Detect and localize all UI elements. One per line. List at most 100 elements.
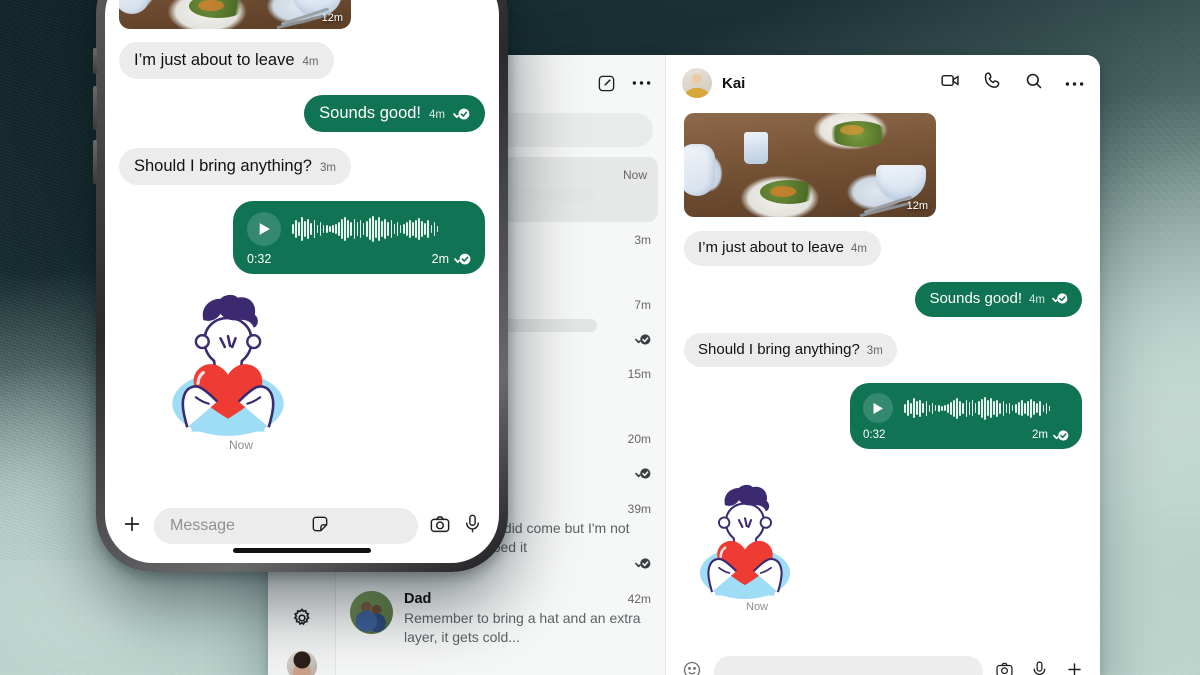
message-row: Should I bring anything? 3m bbox=[119, 148, 485, 185]
message-row: Sounds good! 4m bbox=[119, 95, 485, 132]
settings-gear-icon[interactable] bbox=[285, 601, 319, 635]
message-row: Sounds good! 4m bbox=[684, 281, 1082, 317]
phone-volume-button[interactable] bbox=[93, 86, 97, 130]
sticker-message[interactable]: Now bbox=[119, 290, 485, 452]
play-icon[interactable] bbox=[863, 393, 893, 424]
voice-call-icon[interactable] bbox=[982, 70, 1003, 96]
message-text: Should I bring anything? bbox=[134, 157, 312, 175]
voice-message[interactable]: 0:32 2m bbox=[233, 201, 485, 274]
composer-icons bbox=[995, 660, 1084, 675]
chat-timestamp: Now bbox=[622, 168, 647, 182]
contact-avatar bbox=[350, 591, 393, 635]
kai-avatar[interactable] bbox=[682, 68, 712, 98]
message-placeholder: Message bbox=[170, 517, 235, 534]
contact-name: Dad bbox=[404, 591, 432, 608]
camera-icon[interactable] bbox=[429, 513, 451, 540]
message-timestamp: 4m bbox=[302, 56, 319, 68]
sticker-timestamp: Now bbox=[746, 601, 769, 614]
voice-message[interactable]: 0:32 2m bbox=[850, 383, 1082, 450]
incoming-bubble[interactable]: Should I bring anything? 3m bbox=[684, 332, 897, 368]
phone-volume-button[interactable] bbox=[93, 140, 97, 184]
message-text: Sounds good! bbox=[929, 289, 1023, 307]
conversation-panel: Kai 12m I’m just about to leave 4m Sound… bbox=[666, 55, 1100, 675]
chat-timestamp: 3m bbox=[634, 233, 651, 247]
message-row: 0:32 2m bbox=[119, 201, 485, 274]
chat-timestamp: 39m bbox=[627, 502, 651, 517]
voice-controls bbox=[863, 393, 1069, 424]
conversation-more-icon[interactable] bbox=[1065, 74, 1084, 92]
food-photo bbox=[119, 0, 351, 29]
message-timestamp: 3m bbox=[866, 344, 883, 357]
voice-meta: 0:32 2m bbox=[247, 251, 471, 266]
read-receipt-icon bbox=[453, 106, 470, 125]
message-input[interactable] bbox=[714, 656, 983, 675]
read-receipt-icon bbox=[1052, 291, 1068, 310]
message-text: I’m just about to leave bbox=[698, 239, 844, 256]
message-text: I’m just about to leave bbox=[134, 51, 295, 69]
composer bbox=[666, 649, 1100, 675]
chat-preview: Remember to bring a hat and an extra lay… bbox=[404, 610, 641, 645]
message-input[interactable]: Message bbox=[154, 508, 418, 544]
compose-icon[interactable] bbox=[597, 74, 616, 93]
incoming-bubble[interactable]: I’m just about to leave 4m bbox=[684, 231, 881, 266]
sticker-icon[interactable] bbox=[310, 514, 406, 539]
audio-waveform[interactable] bbox=[292, 215, 471, 243]
photo-message[interactable]: 12m bbox=[119, 0, 351, 29]
search-icon[interactable] bbox=[1024, 71, 1044, 96]
play-icon[interactable] bbox=[247, 212, 281, 246]
phone-message-list: 12m I’m just about to leave 4m Sounds go… bbox=[105, 0, 499, 489]
message-timestamp: 4m bbox=[429, 109, 445, 121]
phone-mockup: 12m I’m just about to leave 4m Sounds go… bbox=[93, 0, 508, 572]
profile-avatar[interactable] bbox=[286, 651, 317, 675]
audio-waveform[interactable] bbox=[904, 395, 1069, 421]
photo-timestamp: 12m bbox=[321, 12, 343, 24]
message-timestamp: 3m bbox=[319, 162, 336, 174]
chat-list-item[interactable]: Dad 42m Remember to bring a hat and an ext… bbox=[336, 580, 665, 657]
conversation-header: Kai bbox=[666, 55, 1100, 111]
message-row: I’m just about to leave 4m bbox=[119, 42, 485, 79]
contact-name: Kai bbox=[722, 74, 746, 92]
outgoing-bubble[interactable]: Sounds good! 4m bbox=[304, 95, 485, 132]
message-timestamp: 4m bbox=[850, 243, 867, 255]
message-text: Should I bring anything? bbox=[698, 340, 860, 358]
emoji-icon[interactable] bbox=[682, 660, 702, 675]
person-hugging-heart-sticker bbox=[172, 294, 284, 436]
video-call-icon[interactable] bbox=[940, 70, 961, 96]
conversation-actions bbox=[940, 70, 1084, 96]
plus-icon[interactable] bbox=[121, 513, 143, 540]
microphone-icon[interactable] bbox=[462, 513, 483, 539]
photo-timestamp: 12m bbox=[906, 200, 928, 212]
message-row: 0:32 2m bbox=[684, 383, 1082, 465]
screenshot-stage: Now3most beautiful7m15minutes late -20mo… bbox=[0, 0, 1200, 675]
food-photo bbox=[684, 113, 936, 217]
incoming-bubble[interactable]: I’m just about to leave 4m bbox=[119, 42, 334, 79]
read-receipt-icon bbox=[1053, 430, 1069, 444]
voice-duration: 0:32 bbox=[247, 251, 272, 266]
outgoing-bubble[interactable]: Sounds good! 4m bbox=[915, 281, 1082, 317]
read-receipt-icon bbox=[454, 253, 471, 268]
voice-duration: 0:32 bbox=[863, 429, 886, 442]
message-timestamp: 2m bbox=[431, 251, 449, 266]
voice-meta: 0:32 2m bbox=[863, 428, 1069, 442]
person-hugging-heart-sticker bbox=[699, 485, 791, 600]
voice-controls bbox=[247, 212, 471, 246]
message-list: 12m I’m just about to leave 4m Sounds go… bbox=[666, 111, 1100, 649]
message-timestamp: 2m bbox=[1032, 429, 1048, 442]
message-row: I’m just about to leave 4m bbox=[684, 231, 1082, 266]
message-text: Sounds good! bbox=[319, 104, 422, 122]
sticker-message[interactable]: Now bbox=[684, 481, 1082, 613]
plus-icon[interactable] bbox=[1065, 660, 1084, 675]
chat-timestamp: 7m bbox=[634, 298, 651, 312]
chat-item-body: Dad 42m Remember to bring a hat and an ext… bbox=[404, 591, 651, 646]
home-indicator[interactable] bbox=[233, 548, 371, 553]
sticker-timestamp: Now bbox=[229, 438, 254, 452]
incoming-bubble[interactable]: Should I bring anything? 3m bbox=[119, 148, 351, 185]
phone-screen: 12m I’m just about to leave 4m Sounds go… bbox=[105, 0, 499, 563]
chat-list-more-icon[interactable] bbox=[632, 80, 651, 86]
camera-icon[interactable] bbox=[995, 660, 1014, 675]
phone-volume-button[interactable] bbox=[93, 48, 97, 74]
microphone-icon[interactable] bbox=[1030, 660, 1049, 675]
message-row: Should I bring anything? 3m bbox=[684, 332, 1082, 368]
chat-timestamp: 15m bbox=[627, 367, 651, 381]
photo-message[interactable]: 12m bbox=[684, 113, 936, 217]
